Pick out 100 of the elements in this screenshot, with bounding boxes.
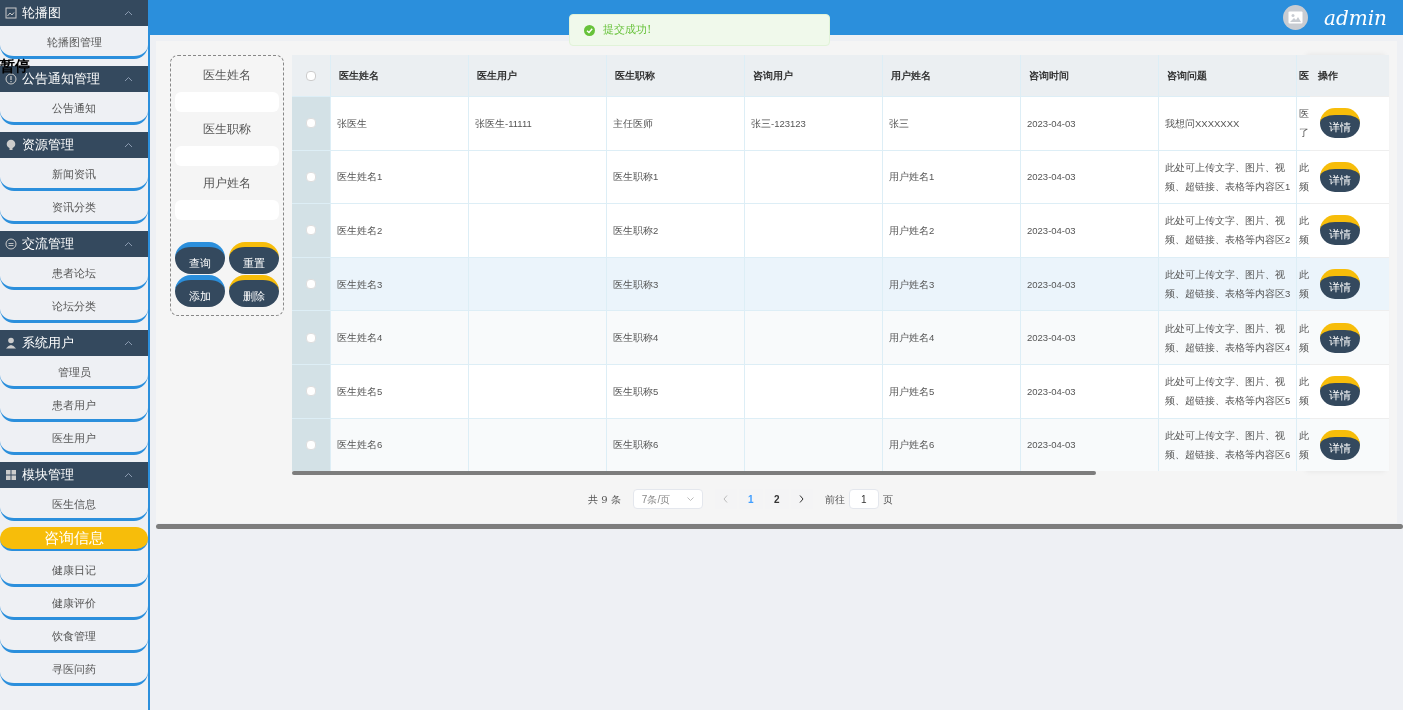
column-header[interactable]: 咨询用户	[753, 68, 793, 83]
field-label: 医生姓名	[202, 67, 252, 84]
table-cell-text: 张三-123123	[751, 116, 806, 131]
column-header[interactable]: 医生职称	[615, 68, 655, 83]
table-cell-text: 医生职称3	[613, 277, 659, 292]
table-cell-text: 频	[1299, 179, 1310, 194]
row-checkbox[interactable]	[306, 118, 316, 129]
success-check-icon	[584, 24, 595, 36]
page-input[interactable]: 1	[848, 489, 879, 510]
column-header[interactable]: 咨询问题	[1167, 68, 1207, 83]
table-cell-text: 医	[1299, 107, 1310, 122]
details-button[interactable]: 详情	[1320, 108, 1360, 139]
avatar-icon[interactable]	[1283, 5, 1309, 30]
menu-group-title: 系统用户	[22, 334, 75, 353]
chevron-up-icon	[124, 76, 133, 82]
table-cell-text: 频	[1299, 233, 1310, 248]
chevron-up-icon	[124, 241, 133, 247]
table-cell-text: 此	[1299, 375, 1310, 390]
details-button[interactable]: 详情	[1320, 376, 1360, 407]
table-cell-text: 医生职称5	[613, 384, 659, 399]
table-cell-text: 此处可上传文字、图片、视频、超链接、表格等内容区3	[1165, 268, 1292, 302]
table-cell-text: 张医生	[337, 116, 367, 131]
table-cell-text: 2023-04-03	[1027, 384, 1076, 399]
table-cell-text: 医生姓名2	[337, 224, 383, 238]
chat-icon	[5, 238, 17, 250]
table-cell-text: 2023-04-03	[1027, 438, 1076, 453]
table-cell-text: 用户姓名3	[889, 277, 935, 292]
table-cell-text: 频	[1299, 447, 1310, 462]
details-button[interactable]: 详情	[1320, 322, 1360, 353]
table-cell-text: 用户姓名5	[889, 384, 935, 399]
table-cell-text: 此处可上传文字、图片、视频、超链接、表格等内容区1	[1165, 160, 1292, 194]
details-button[interactable]: 详情	[1320, 161, 1360, 192]
goto-label: 前往	[824, 492, 845, 507]
table-cell-text: 用户姓名6	[889, 438, 935, 453]
table-cell-text: 张医生-11111	[475, 116, 532, 131]
table-cell-text: 医生职称1	[613, 170, 659, 185]
action-button[interactable]: 添加	[175, 275, 225, 307]
table-cell-text: 医生姓名1	[337, 170, 383, 185]
table-cell-text: 医生姓名4	[337, 331, 383, 346]
page-size-select[interactable]: 7条/页	[632, 489, 703, 510]
action-button[interactable]: 重置	[229, 242, 279, 274]
menu-group-header[interactable]: 系统用户	[0, 330, 148, 356]
menu-group-header[interactable]: 模块管理	[0, 462, 148, 488]
info-icon	[5, 73, 17, 85]
table-cell-text: 医生职称2	[613, 224, 659, 238]
table-cell-text: 2023-04-03	[1027, 224, 1076, 238]
table-cell-text: 医生姓名3	[337, 277, 383, 292]
menu-group-header[interactable]: 交流管理	[0, 231, 148, 257]
table-cell-text: 此	[1299, 268, 1310, 283]
table-cell-text: 此	[1299, 160, 1310, 175]
table-cell-text: 医生姓名6	[337, 438, 383, 453]
horizontal-scrollbar[interactable]	[292, 471, 1096, 476]
menu-group-title: 轮播图	[22, 4, 62, 23]
grid-icon	[5, 469, 17, 481]
column-header[interactable]: 医生姓名	[339, 68, 379, 83]
action-button[interactable]: 查询	[175, 242, 225, 274]
column-header[interactable]: 医	[1299, 68, 1309, 83]
row-checkbox[interactable]	[306, 279, 316, 290]
action-button[interactable]: 删除	[229, 275, 279, 307]
details-button[interactable]: 详情	[1320, 215, 1360, 246]
field-label: 用户姓名	[202, 175, 252, 192]
column-header[interactable]: 操作	[1318, 68, 1338, 83]
menu-group-title: 交流管理	[22, 235, 75, 254]
picture-icon	[5, 7, 17, 19]
row-checkbox[interactable]	[306, 225, 316, 236]
row-checkbox[interactable]	[306, 439, 316, 450]
chevron-up-icon	[124, 340, 133, 346]
details-button[interactable]: 详情	[1320, 429, 1360, 460]
menu-group-title: 模块管理	[22, 466, 75, 485]
chevron-up-icon	[124, 472, 133, 478]
bulb-icon	[5, 139, 17, 151]
column-header[interactable]: 用户姓名	[891, 68, 931, 83]
caret-icon	[686, 497, 694, 502]
table-cell-text: 2023-04-03	[1027, 331, 1076, 346]
table-cell-text: 频	[1299, 340, 1310, 355]
table-cell-text: 用户姓名4	[889, 331, 935, 346]
column-header[interactable]: 医生用户	[477, 68, 517, 83]
chevron-up-icon	[124, 10, 133, 16]
row-checkbox[interactable]	[306, 332, 316, 343]
table-cell-text: 了	[1299, 126, 1310, 141]
menu-group-header[interactable]: 轮播图	[0, 0, 148, 26]
chevron-up-icon	[124, 142, 133, 148]
row-checkbox[interactable]	[306, 386, 316, 397]
column-header[interactable]: 咨询时间	[1029, 68, 1069, 83]
table-cell-text: 频	[1299, 287, 1310, 302]
table-cell-text: 2023-04-03	[1027, 277, 1076, 292]
toast-message: 提交成功!	[603, 21, 652, 38]
page-scrollbar[interactable]	[156, 524, 1403, 529]
table-cell-text: 频	[1299, 394, 1310, 409]
table-cell-text: 此处可上传文字、图片、视频、超链接、表格等内容区4	[1165, 321, 1292, 355]
table-cell-text: 用户姓名2	[889, 224, 935, 238]
menu-group-header[interactable]: 资源管理	[0, 132, 148, 158]
table-cell-text: 此	[1299, 321, 1310, 336]
table-cell-text: 此处可上传文字、图片、视频、超链接、表格等内容区5	[1165, 375, 1292, 409]
details-button[interactable]: 详情	[1320, 269, 1360, 300]
select-all-checkbox[interactable]	[306, 70, 316, 81]
table-cell-text: 医生姓名5	[337, 384, 383, 399]
field-label: 医生职称	[202, 121, 252, 138]
total-count: 共 9 条	[588, 492, 621, 507]
row-checkbox[interactable]	[306, 171, 316, 182]
